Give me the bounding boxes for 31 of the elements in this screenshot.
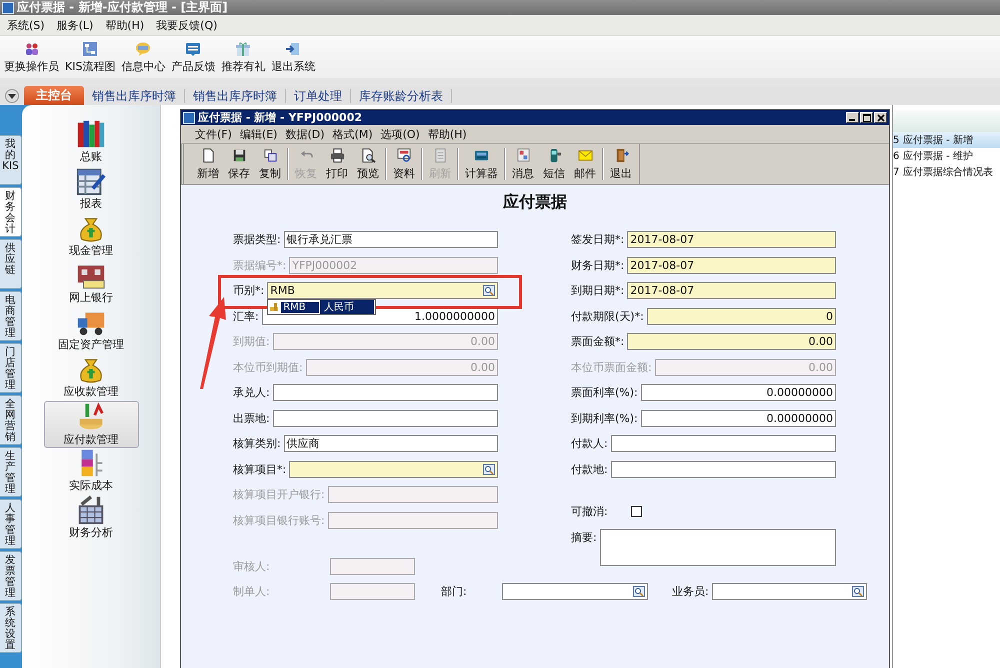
field-label: 摘要: [571, 530, 597, 546]
field-label: 票据类型: [233, 232, 281, 248]
form-heading: 应付票据 [503, 192, 567, 211]
window-title: 应付票据 - 新增-应付款管理 - [主界面] [17, 0, 228, 16]
field-label: 本位币票面金额: [571, 360, 652, 376]
field-label: 币别*: [233, 283, 264, 299]
field-label: 本位币到期值: [233, 360, 303, 376]
field-label: 到期日期*: [571, 283, 624, 299]
field-label: 付款人: [571, 436, 608, 452]
field-label: 部门: [441, 584, 467, 600]
field-label: 付款地: [571, 462, 608, 478]
field-label: 核算类别: [233, 436, 281, 452]
field-label: 审核人: [233, 558, 270, 574]
field-label: 制单人: [233, 584, 270, 600]
field-label: 汇率: [233, 308, 259, 324]
field-label: 票面金额*: [571, 334, 624, 350]
field-label: 票面利率(%): [571, 385, 638, 401]
field-label: 核算项目银行账号: [233, 512, 325, 528]
field-label: 业务员: [672, 584, 709, 600]
field-label: 到期值: [233, 334, 270, 350]
field-label: 票据编号*: [233, 258, 286, 274]
field-label: 可撤消: [571, 504, 608, 520]
dialog-title: 应付票据 - 新增 - YFPJ000002 [198, 110, 364, 125]
field-label: 财务日期*: [571, 258, 624, 274]
field-label: 核算项目*: [233, 462, 286, 478]
field-label: 承兑人: [233, 385, 270, 401]
field-label: 到期利率(%): [571, 410, 638, 426]
field-label: 核算项目开户银行: [233, 487, 325, 503]
field-label: 付款期限(天)*: [571, 308, 644, 324]
field-label: 签发日期*: [571, 232, 624, 248]
field-label: 出票地: [233, 410, 270, 426]
